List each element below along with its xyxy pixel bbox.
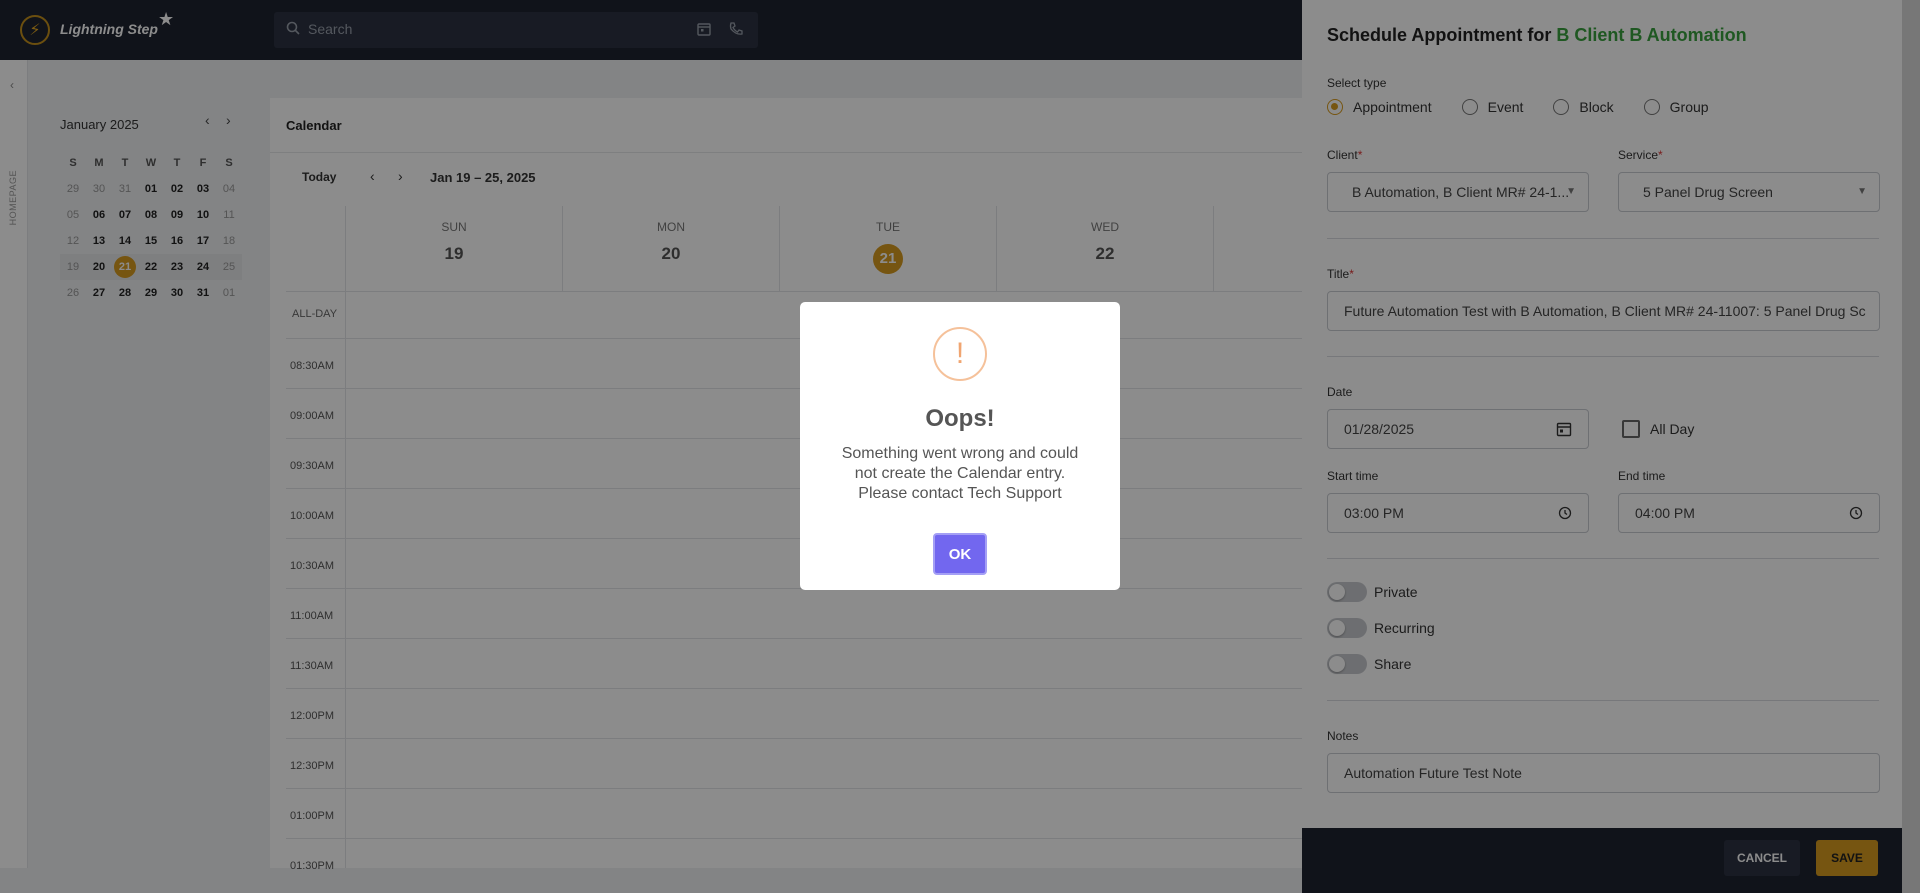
ok-button[interactable]: OK	[933, 533, 987, 575]
schedule-appointment-drawer: Schedule Appointment for B Client B Auto…	[1302, 0, 1902, 893]
drawer-dim-overlay	[1302, 0, 1902, 893]
scrollbar[interactable]	[1902, 0, 1920, 893]
warning-icon: !	[933, 327, 987, 381]
dialog-message: Something went wrong and could not creat…	[841, 445, 1079, 502]
error-dialog: ! Oops! Something went wrong and could n…	[800, 302, 1120, 590]
dialog-heading: Oops!	[925, 405, 995, 432]
